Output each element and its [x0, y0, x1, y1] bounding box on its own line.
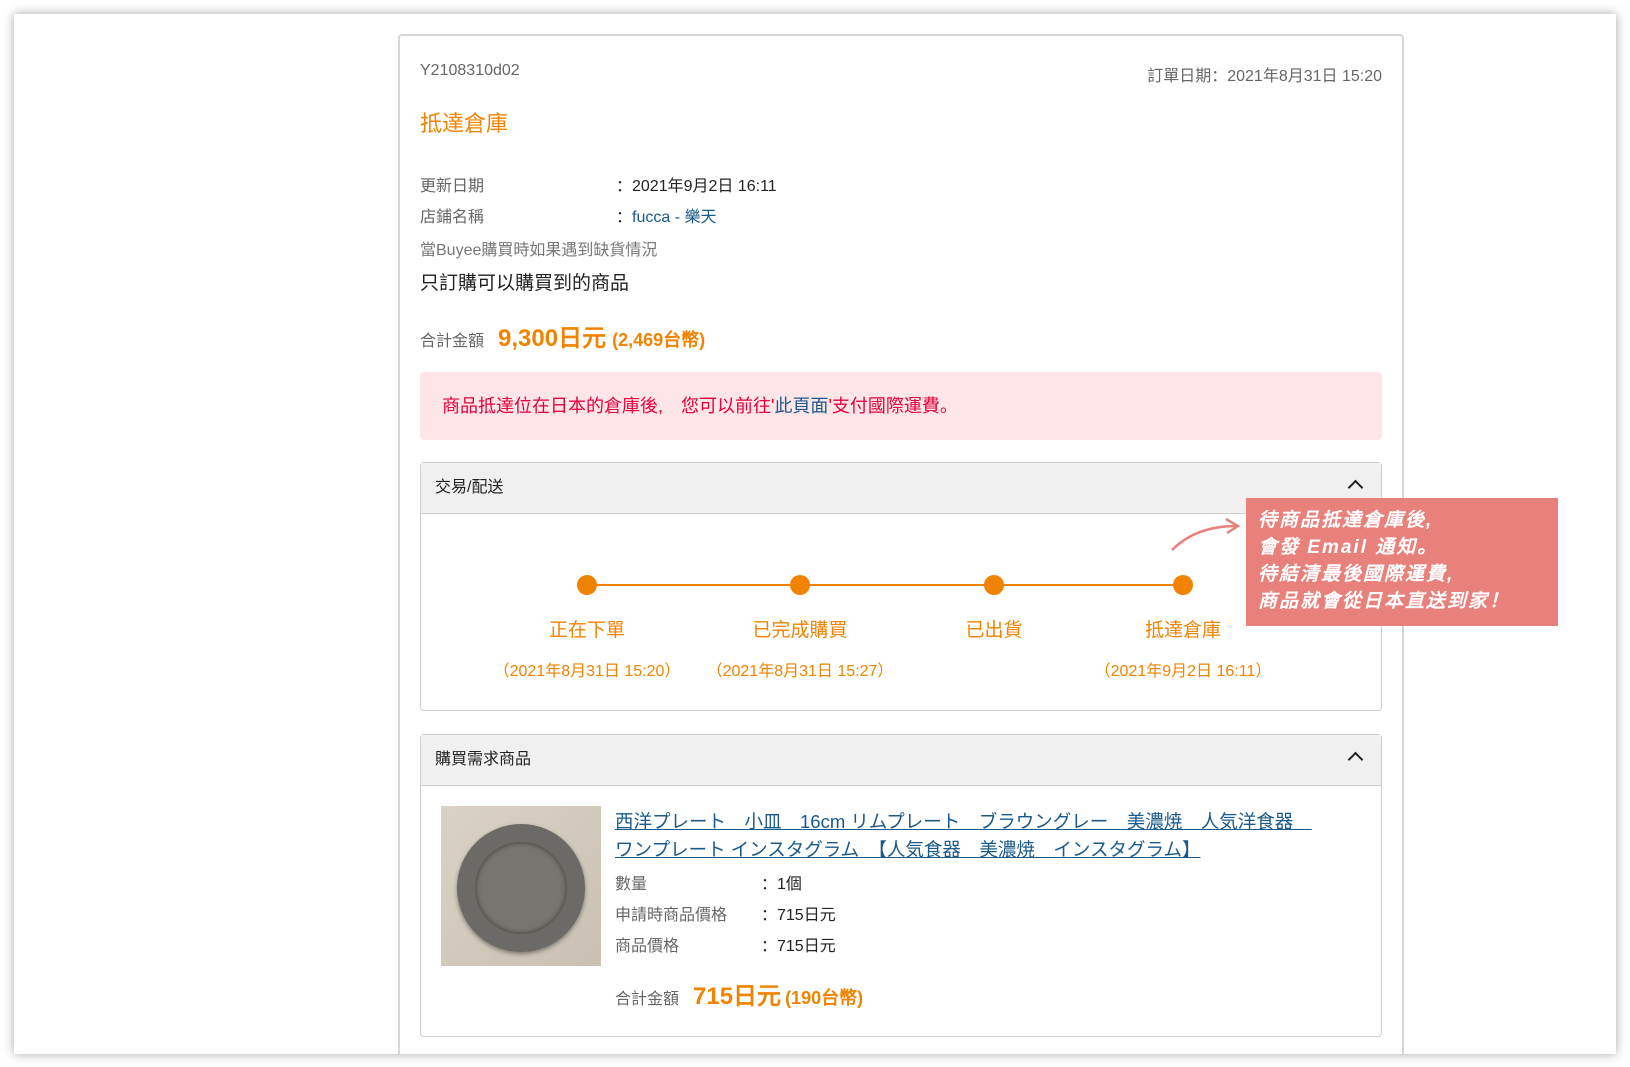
order-date: 訂單日期：2021年8月31日 15:20 — [1147, 68, 1382, 85]
update-date-row: 更新日期 ：2021年9月2日 16:11 — [420, 172, 777, 196]
alert-prefix: 商品抵達位在日本的倉庫後, 您可以前往' — [442, 396, 775, 416]
request-price-row: 申請時商品價格 ：715日元 — [615, 901, 836, 925]
chevron-up-icon[interactable] — [1347, 751, 1364, 768]
timeline-dot-ordering — [577, 575, 597, 595]
request-price-value: ：715日元 — [761, 907, 836, 924]
order-id: Y2108310d02 — [420, 62, 520, 79]
callout-line-3: 待結清最後國際運費, — [1258, 564, 1455, 585]
product-price-label: 商品價格 — [615, 938, 680, 955]
shipping-panel-title: 交易/配送 — [435, 479, 504, 496]
chevron-up-icon[interactable] — [1347, 479, 1364, 496]
product-panel-header[interactable]: 購買需求商品 — [421, 735, 1381, 786]
order-total-twd: (2,469台幣) — [612, 330, 706, 350]
product-panel: 購買需求商品 西洋プレート 小皿 16cm リムプレート ブラウングレー 美濃焼… — [420, 734, 1382, 1037]
order-total-jpy: 9,300日元 — [498, 325, 607, 352]
alert-suffix: '支付國際運費。 — [828, 396, 958, 416]
annotation-callout: 待商品抵達倉庫後, 會發 Email 通知。 待結清最後國際運費, 商品就會從日… — [1246, 498, 1558, 626]
step-date-warehouse: （2021年9月2日 16:11） — [1094, 663, 1272, 680]
out-of-stock-option: 只訂購可以購買到的商品 — [420, 273, 630, 294]
alert-page-link[interactable]: 此頁面 — [774, 396, 828, 416]
product-item: 西洋プレート 小皿 16cm リムプレート ブラウングレー 美濃焼 人気洋食器 … — [421, 786, 1381, 1036]
step-label-ordering: 正在下單 — [548, 620, 625, 641]
product-total-twd: (190台幣) — [785, 988, 864, 1008]
product-price-row: 商品價格 ：715日元 — [615, 932, 836, 956]
update-date-label: 更新日期 — [420, 178, 485, 195]
quantity-row: 數量 ：1個 — [615, 870, 802, 894]
order-total-label: 合計金額 — [420, 333, 485, 350]
shop-name-link[interactable]: fucca - 樂天 — [632, 209, 716, 226]
step-label-shipped: 已出貨 — [965, 620, 1023, 641]
payment-alert: 商品抵達位在日本的倉庫後, 您可以前往'此頁面'支付國際運費。 — [420, 372, 1382, 440]
step-date-purchased: （2021年8月31日 15:27） — [706, 663, 894, 680]
step-label-purchased: 已完成購買 — [752, 620, 848, 641]
timeline-line — [587, 584, 1183, 586]
out-of-stock-label: 當Buyee購買時如果遇到缺貨情況 — [420, 242, 658, 259]
shop-name-row: 店鋪名稱 ：fucca - 樂天 — [420, 203, 716, 227]
quantity-value: ：1個 — [761, 876, 802, 893]
product-total-label: 合計金額 — [615, 991, 680, 1008]
product-image[interactable] — [441, 806, 601, 966]
product-total-jpy: 715日元 — [693, 983, 782, 1010]
shop-name-colon: ： — [616, 209, 633, 226]
step-date-ordering: （2021年8月31日 15:20） — [493, 663, 681, 680]
plate-center — [475, 842, 567, 934]
product-panel-title: 購買需求商品 — [435, 751, 532, 768]
timeline-dot-shipped — [984, 575, 1004, 595]
timeline-dot-warehouse — [1173, 575, 1193, 595]
product-title-link[interactable]: 西洋プレート 小皿 16cm リムプレート ブラウングレー 美濃焼 人気洋食器 … — [615, 808, 1315, 864]
timeline-dot-purchased — [790, 575, 810, 595]
request-price-label: 申請時商品價格 — [615, 907, 728, 924]
callout-arrow-icon — [1171, 517, 1241, 551]
shipping-panel-header[interactable]: 交易/配送 — [421, 463, 1381, 514]
order-status-title: 抵達倉庫 — [420, 111, 509, 136]
callout-line-2: 會發 Email 通知。 — [1258, 537, 1439, 558]
shipping-panel: 交易/配送 正在下單 已完成購買 已出貨 抵達倉庫 （2021年8月31日 15… — [420, 462, 1382, 711]
shop-name-label: 店鋪名稱 — [420, 209, 485, 226]
quantity-label: 數量 — [615, 876, 648, 893]
update-date-value: ：2021年9月2日 16:11 — [616, 178, 777, 195]
product-price-value: ：715日元 — [761, 938, 836, 955]
callout-line-1: 待商品抵達倉庫後, — [1258, 510, 1434, 531]
order-total: 合計金額 9,300日元 (2,469台幣) — [420, 318, 705, 353]
product-total: 合計金額 715日元 (190台幣) — [615, 976, 863, 1011]
callout-line-4: 商品就會從日本直送到家！ — [1258, 591, 1511, 612]
